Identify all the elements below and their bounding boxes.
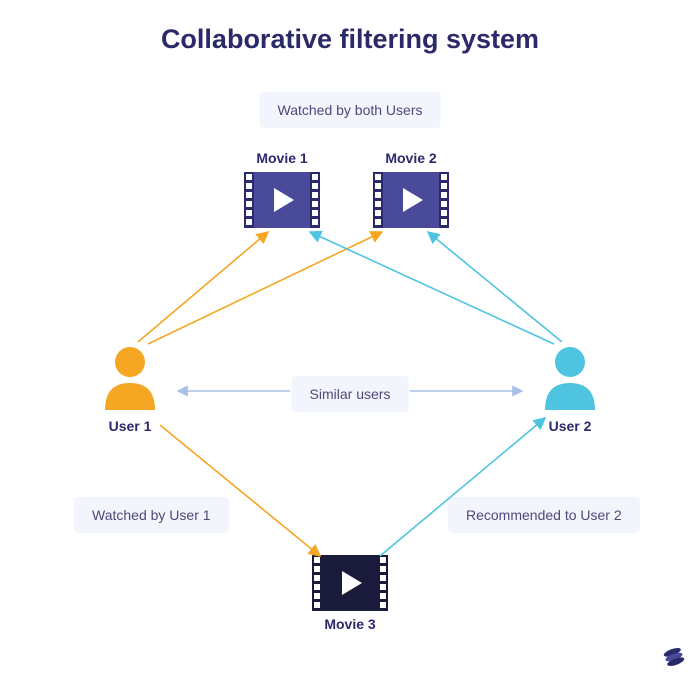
movie-1-icon bbox=[244, 172, 320, 228]
user-2-icon bbox=[540, 345, 600, 410]
badge-watched-both: Watched by both Users bbox=[260, 92, 441, 128]
user-1-icon bbox=[100, 345, 160, 410]
user-1-label: User 1 bbox=[100, 418, 160, 434]
badge-similar-users: Similar users bbox=[292, 376, 409, 412]
movie-2-label: Movie 2 bbox=[366, 150, 456, 166]
arrow-user1-movie2 bbox=[148, 232, 382, 344]
movie-2-icon bbox=[373, 172, 449, 228]
movie-3-icon bbox=[312, 555, 388, 611]
page-title: Collaborative filtering system bbox=[0, 24, 700, 55]
brand-logo-icon bbox=[662, 645, 686, 669]
arrow-user1-movie1 bbox=[138, 232, 268, 342]
badge-recommended-user2: Recommended to User 2 bbox=[448, 497, 640, 533]
movie-3-label: Movie 3 bbox=[305, 616, 395, 632]
arrow-user2-movie1 bbox=[310, 232, 554, 344]
user-2-label: User 2 bbox=[540, 418, 600, 434]
arrow-user1-movie3 bbox=[160, 425, 320, 556]
movie-1-label: Movie 1 bbox=[237, 150, 327, 166]
arrow-user2-movie2 bbox=[428, 232, 562, 342]
arrow-movie3-user2 bbox=[380, 418, 545, 556]
badge-watched-user1: Watched by User 1 bbox=[74, 497, 229, 533]
